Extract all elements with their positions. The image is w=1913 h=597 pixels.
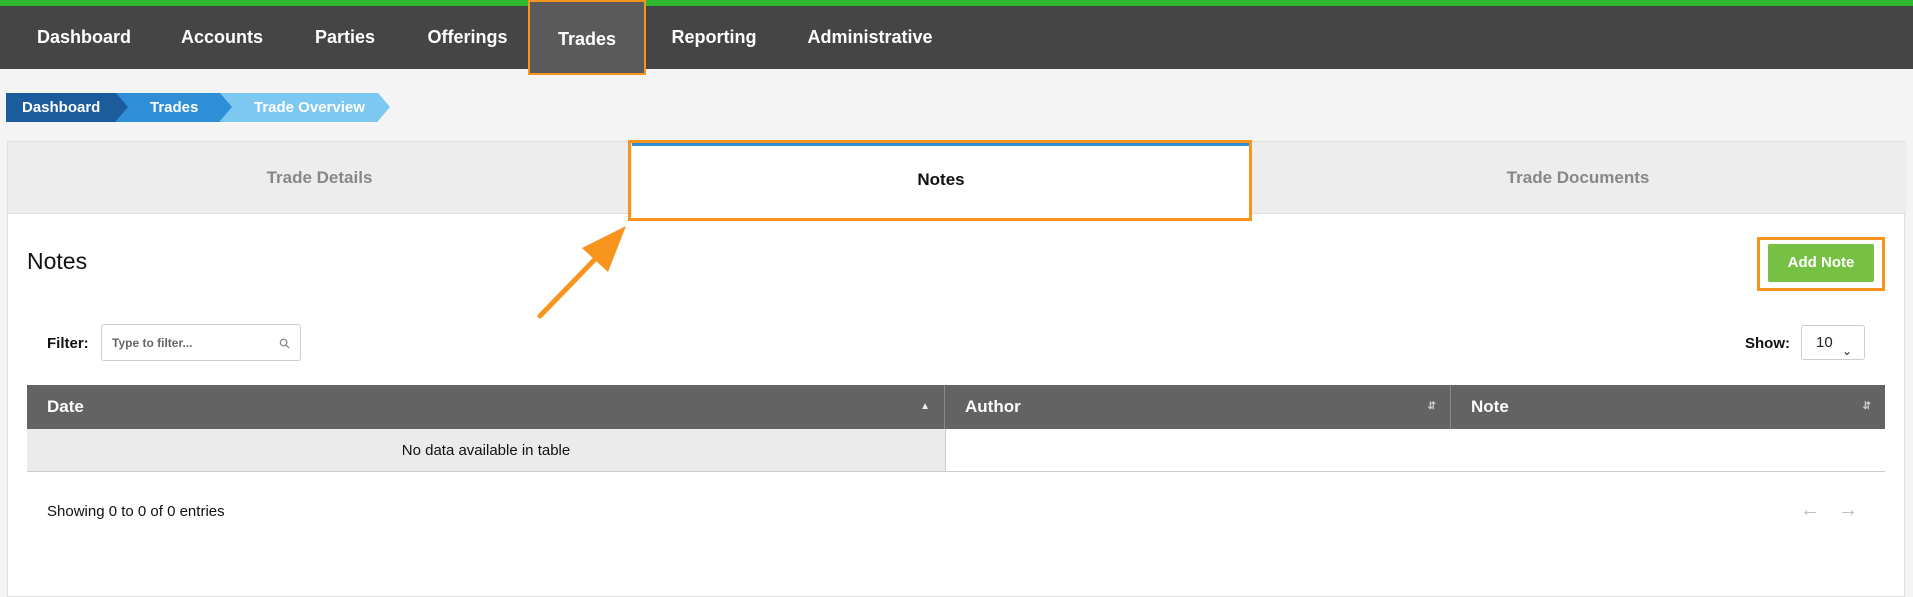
sort-asc-icon: ▲ — [920, 401, 930, 412]
sort-both-icon: ⇵ — [1862, 401, 1871, 412]
nav-item-accounts[interactable]: Accounts — [164, 6, 280, 69]
column-header-date[interactable]: Date ▲ — [27, 385, 945, 429]
pager-next-icon[interactable]: → — [1838, 499, 1858, 522]
table-info: Showing 0 to 0 of 0 entries — [47, 503, 225, 520]
sort-both-icon: ⇵ — [1427, 401, 1436, 412]
tab-bar: Trade Details Notes Trade Documents — [8, 142, 1906, 216]
chevron-down-icon: ⌄ — [1841, 344, 1852, 358]
nav-item-offerings[interactable]: Offerings — [410, 6, 525, 69]
filter-label: Filter: — [47, 335, 89, 352]
breadcrumb-dashboard[interactable]: Dashboard — [6, 93, 128, 122]
main-panel: Trade Details Notes Trade Documents — [7, 141, 1906, 597]
breadcrumb-trades[interactable]: Trades — [116, 93, 232, 122]
top-nav: Dashboard Accounts Parties Offerings Tra… — [0, 0, 1913, 75]
breadcrumb-trade-overview: Trade Overview — [220, 93, 390, 122]
column-header-author[interactable]: Author ⇵ — [945, 385, 1451, 429]
tab-trade-documents[interactable]: Trade Documents — [1250, 142, 1906, 214]
section-title: Notes — [27, 248, 88, 274]
column-header-note-label: Note — [1471, 397, 1509, 416]
page-size-select[interactable]: 10 ⌄ — [1801, 325, 1865, 360]
add-note-button[interactable]: Add Note — [1768, 244, 1874, 282]
nav-item-reporting[interactable]: Reporting — [658, 6, 770, 69]
nav-item-administrative[interactable]: Administrative — [800, 6, 940, 69]
tab-trade-details[interactable]: Trade Details — [8, 142, 631, 214]
table-empty-row: No data available in table — [27, 429, 945, 472]
column-header-note[interactable]: Note ⇵ — [1451, 385, 1885, 429]
column-header-date-label: Date — [47, 397, 84, 416]
filter-box — [101, 324, 301, 361]
search-icon — [279, 338, 290, 349]
nav-item-trades[interactable]: Trades — [528, 0, 646, 75]
nav-item-dashboard[interactable]: Dashboard — [20, 6, 148, 69]
pager-prev-icon[interactable]: ← — [1800, 499, 1820, 522]
annotation-arrow-icon — [537, 226, 626, 319]
show-label: Show: — [1745, 335, 1790, 352]
filter-input[interactable] — [112, 325, 272, 360]
page-size-value: 10 — [1816, 334, 1833, 351]
table-bottom-border — [27, 471, 1885, 472]
nav-item-parties[interactable]: Parties — [295, 6, 395, 69]
column-header-author-label: Author — [965, 397, 1021, 416]
tab-notes[interactable]: Notes — [632, 142, 1250, 216]
table-empty-filler — [945, 429, 1885, 472]
